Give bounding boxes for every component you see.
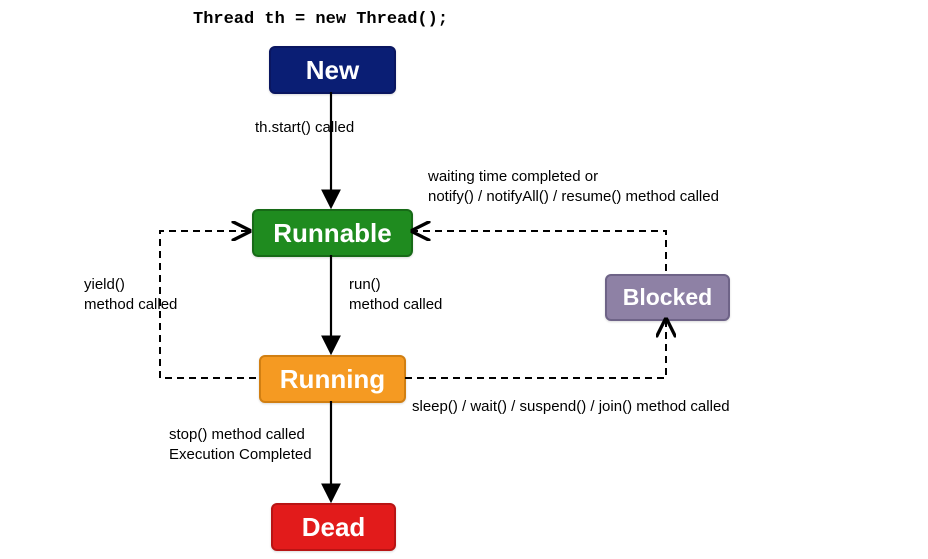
state-new: New — [269, 46, 396, 94]
state-runnable: Runnable — [252, 209, 413, 257]
label-from-blocked: waiting time completed or notify() / not… — [428, 167, 719, 206]
edge-blocked-to-runnable — [414, 231, 666, 271]
label-to-dead: stop() method called Execution Completed — [169, 425, 312, 464]
label-run: run() method called — [349, 275, 442, 314]
edge-running-to-blocked — [405, 321, 666, 378]
code-declaration: Thread th = new Thread(); — [193, 10, 448, 29]
label-th-start: th.start() called — [255, 118, 354, 138]
label-yield: yield() method called — [84, 275, 177, 314]
state-dead: Dead — [271, 503, 396, 551]
thread-lifecycle-diagram: Thread th = new Thread(); New Runnable R… — [0, 0, 928, 559]
state-running: Running — [259, 355, 406, 403]
state-blocked: Blocked — [605, 274, 730, 321]
label-to-blocked: sleep() / wait() / suspend() / join() me… — [412, 397, 730, 417]
